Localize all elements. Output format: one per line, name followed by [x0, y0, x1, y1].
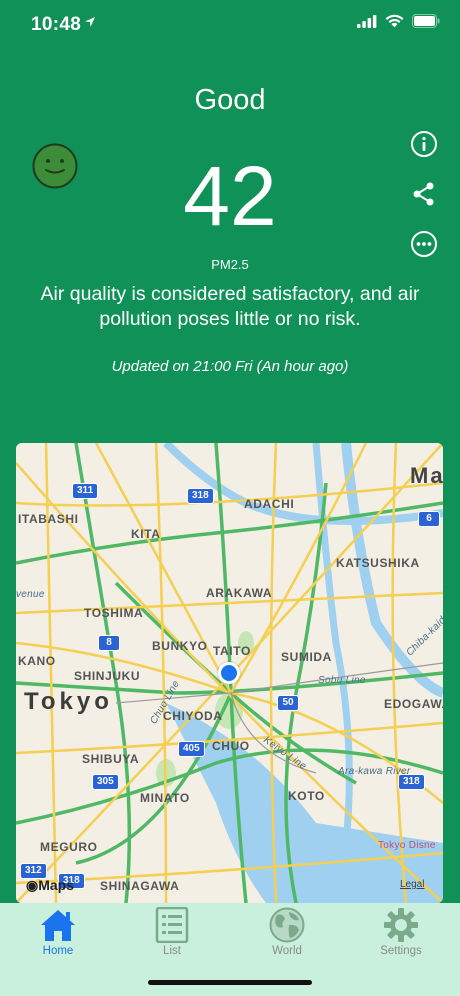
- apple-logo-icon: ◉: [26, 877, 39, 893]
- map-label-shinagawa: SHINAGAWA: [100, 879, 180, 893]
- map-label-chuo: CHUO: [212, 739, 250, 753]
- info-icon[interactable]: [410, 130, 438, 158]
- map-label-ma: Ma: [410, 463, 443, 488]
- tab-label: List: [163, 945, 181, 957]
- map-label-koto: KOTO: [288, 789, 325, 803]
- tab-home[interactable]: Home: [13, 907, 103, 957]
- tab-label: Settings: [380, 945, 422, 957]
- maps-logo: ◉Maps: [26, 877, 75, 893]
- map-label-chiyoda: CHIYODA: [163, 709, 223, 723]
- tab-settings[interactable]: Settings: [356, 907, 446, 957]
- signal-icon: [357, 14, 377, 28]
- status-indicators: [357, 14, 440, 28]
- wifi-icon: [385, 14, 404, 28]
- map-label-meguro: MEGURO: [40, 840, 98, 854]
- aqi-value: 42: [183, 149, 277, 243]
- map-label-adachi: ADACHI: [244, 497, 295, 511]
- map-label-itabashi: ITABASHI: [18, 512, 79, 526]
- aqi-description: Air quality is considered satisfactory, …: [40, 283, 420, 330]
- gear-icon: [384, 908, 418, 942]
- legal-link[interactable]: Legal: [400, 879, 424, 890]
- status-bar: 10:48: [0, 0, 460, 48]
- map-label-shinjuku: SHINJUKU: [74, 669, 141, 683]
- route-shield: 318: [398, 774, 425, 790]
- map-view[interactable]: ITABASHI KITA ADACHI KATSUSHIKA ARAKAWA …: [16, 443, 443, 903]
- share-icon[interactable]: [410, 180, 438, 208]
- route-shield: 311: [72, 483, 99, 499]
- home-indicator: [148, 980, 312, 985]
- route-shield: 50: [277, 695, 299, 711]
- map-label-katsushika: KATSUSHIKA: [336, 556, 420, 570]
- more-icon[interactable]: [410, 230, 438, 258]
- home-icon: [41, 910, 75, 941]
- map-label-sumida: SUMIDA: [281, 650, 332, 664]
- location-arrow-icon: [85, 17, 95, 27]
- map-label-taito: TAITO: [213, 644, 251, 658]
- map-label-kita: KITA: [131, 527, 161, 541]
- globe-icon: [269, 907, 305, 943]
- list-icon: [155, 907, 189, 943]
- route-shield: 318: [187, 488, 214, 504]
- battery-icon: [412, 14, 440, 28]
- tab-world[interactable]: World: [242, 907, 332, 957]
- map-label-toshima: TOSHIMA: [84, 606, 144, 620]
- tab-label: Home: [42, 945, 74, 957]
- map-label-edogawa: EDOGAWA: [384, 697, 443, 711]
- map-label-tokyo-disney: Tokyo Disne: [378, 840, 436, 851]
- aqi-condition: Good: [194, 84, 266, 116]
- map-label-bunkyo: BUNKYO: [152, 639, 208, 653]
- status-time: 10:48: [31, 14, 82, 35]
- map-label-sobu-line: Sobu Line: [318, 675, 366, 686]
- route-shield: 305: [92, 774, 119, 790]
- map-label-arakawa: ARAKAWA: [206, 586, 273, 600]
- tab-list[interactable]: List: [127, 907, 217, 957]
- updated-time: Updated on 21:00 Fri (An hour ago): [111, 358, 349, 375]
- action-buttons: [410, 130, 438, 258]
- map-label-nakano: KANO: [18, 654, 56, 668]
- map-label-minato: MINATO: [140, 791, 190, 805]
- current-location-dot: [218, 662, 240, 684]
- pollutant-label: PM2.5: [211, 257, 249, 272]
- route-shield: 8: [98, 635, 120, 651]
- map-label-avenue: venue: [16, 589, 45, 600]
- tab-label: World: [272, 945, 302, 957]
- route-shield: 405: [178, 741, 205, 757]
- map-label-tokyo: Tokyo: [24, 688, 113, 715]
- map-label-shibuya: SHIBUYA: [82, 752, 140, 766]
- route-shield: 6: [418, 511, 440, 527]
